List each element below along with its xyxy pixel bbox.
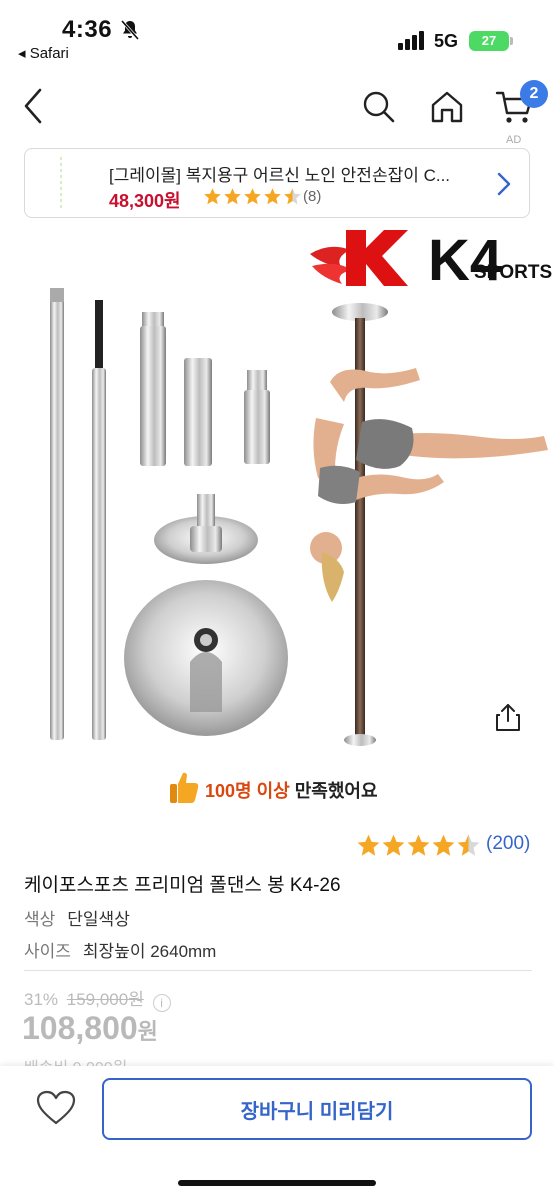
share-icon[interactable] xyxy=(494,702,522,732)
option-value: 단일색상 xyxy=(67,910,130,929)
satisfaction-highlight: 100명 이상 xyxy=(205,781,290,801)
star-icon xyxy=(284,188,301,205)
battery-icon: 27 xyxy=(469,31,509,51)
option-value: 최장높이 2640mm xyxy=(82,942,217,961)
ad-price: 48,300원 xyxy=(109,191,181,211)
signal-icon xyxy=(398,31,424,50)
add-to-cart-button[interactable]: 장바구니 미리담기 xyxy=(102,1078,532,1140)
svg-text:K4: K4 xyxy=(428,228,502,293)
satisfaction-rest: 만족했어요 xyxy=(289,781,378,801)
star-icon xyxy=(264,188,281,205)
ad-review-count: (8) xyxy=(303,188,322,205)
star-icon xyxy=(457,834,480,856)
ad-product-thumbnail xyxy=(60,157,62,211)
status-time: 4:36 xyxy=(62,16,113,43)
chevron-right-icon xyxy=(497,172,511,196)
product-review-count[interactable]: (200) xyxy=(486,833,530,855)
sale-price: 108,800원 xyxy=(22,1010,158,1047)
battery-tip xyxy=(510,37,513,45)
star-icon xyxy=(244,188,261,205)
option-row-color: 색상 단일색상 xyxy=(24,905,130,930)
back-arrow-icon[interactable] xyxy=(18,86,52,126)
status-bar: 4:36 ◂ Safari 5G 27 xyxy=(0,0,554,70)
ad-title: [그레이몰] 복지용구 어르신 노인 안전손잡이 C... xyxy=(109,166,451,185)
option-row-size: 사이즈 최장높이 2640mm xyxy=(24,937,216,962)
star-icon xyxy=(357,834,380,856)
thumbs-up-icon xyxy=(170,772,199,803)
discount-row: 31% 159,000원 i xyxy=(24,985,171,1012)
bell-muted-icon xyxy=(120,20,140,40)
star-icon xyxy=(224,188,241,205)
star-icon xyxy=(432,834,455,856)
product-title: 케이포스포츠 프리미엄 폴댄스 봉 K4-26 xyxy=(24,875,341,896)
home-icon[interactable] xyxy=(428,88,466,126)
top-nav xyxy=(0,70,554,146)
network-type: 5G xyxy=(434,31,459,51)
ad-rating-stars xyxy=(203,187,302,205)
discount-rate: 31% xyxy=(24,990,59,1009)
star-icon xyxy=(407,834,430,856)
home-indicator xyxy=(178,1180,376,1186)
option-key: 사이즈 xyxy=(24,942,71,961)
option-key: 색상 xyxy=(24,910,56,929)
product-rating-stars[interactable] xyxy=(356,833,481,857)
cart-count-badge: 2 xyxy=(520,80,548,108)
star-icon xyxy=(382,834,405,856)
k4-sports-logo: K4 SPORTS xyxy=(310,228,552,293)
star-icon xyxy=(204,188,221,205)
satisfaction-message: 100명 이상 만족했어요 xyxy=(205,777,378,803)
ad-card[interactable]: [그레이몰] 복지용구 어르신 노인 안전손잡이 C... 48,300원 (8… xyxy=(24,148,530,218)
ad-label: AD xyxy=(506,134,522,146)
original-price: 159,000원 xyxy=(66,990,144,1009)
product-main-image[interactable]: K4 SPORTS xyxy=(0,222,554,757)
back-to-safari[interactable]: ◂ Safari xyxy=(18,44,69,62)
heart-icon[interactable] xyxy=(36,1090,76,1126)
sale-price-currency: 원 xyxy=(137,1019,158,1044)
search-icon[interactable] xyxy=(360,88,398,126)
divider xyxy=(24,970,532,971)
svg-text:SPORTS: SPORTS xyxy=(474,262,552,283)
sale-price-value: 108,800 xyxy=(22,1010,138,1046)
